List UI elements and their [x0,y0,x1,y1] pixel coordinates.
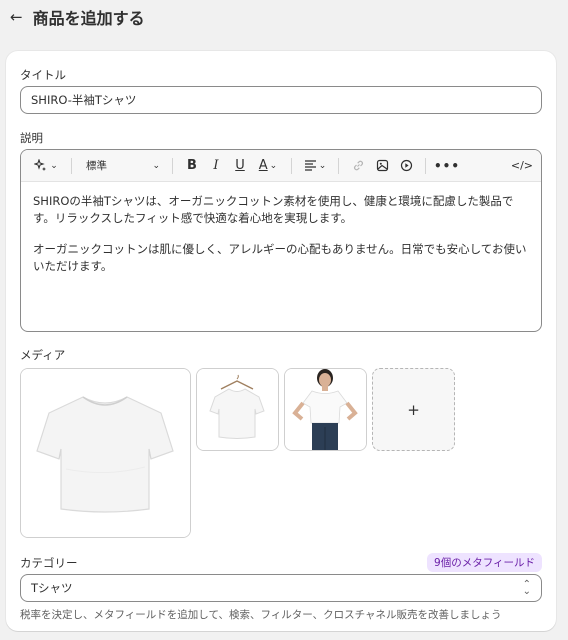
media-item-tshirt-hanger[interactable] [196,368,279,451]
metafields-badge[interactable]: 9個のメタフィールド [427,553,542,572]
more-icon[interactable]: ••• [434,154,460,178]
text-color-icon[interactable]: A ⌄ [253,154,283,178]
category-select[interactable]: Tシャツ ⌃ ⌄ [20,574,542,602]
category-value: Tシャツ [31,581,73,595]
page-header: ← 商品を追加する [10,4,145,30]
category-label: カテゴリー [20,555,78,570]
media-item-tshirt-flat[interactable] [20,368,191,538]
underline-icon[interactable]: U [229,154,251,178]
add-media-button[interactable]: + [372,368,455,451]
description-label: 説明 [20,131,43,145]
text-style-value: 標準 [86,160,107,172]
toolbar-divider [425,157,426,174]
magic-icon[interactable]: ⌄ [29,154,63,178]
editor-content[interactable]: SHIROの半袖Tシャツは、オーガニックコットン素材を使用し、健康と環境に配慮し… [21,182,541,286]
description-editor: ⌄ 標準 ⌄ B I U A ⌄ ⌄ ••• </> SHIROの半袖Tシャツは… [20,149,542,332]
bold-icon[interactable]: B [181,154,203,178]
toolbar-divider [71,157,72,174]
category-header: カテゴリー 9個のメタフィールド [20,553,542,572]
chevron-down-icon: ⌄ [152,160,160,171]
image-icon[interactable] [371,154,393,178]
align-icon[interactable]: ⌄ [300,154,330,178]
select-updown-icon: ⌃ ⌄ [522,579,531,597]
product-form-card: タイトル SHIRO-半袖Tシャツ 説明 ⌄ 標準 ⌄ B I U A⌄ ⌄ [6,51,556,631]
media-item-tshirt-model[interactable] [284,368,367,451]
video-icon[interactable] [395,154,417,178]
title-label: タイトル [20,68,66,82]
toolbar-divider [172,157,173,174]
description-paragraph: オーガニックコットンは肌に優しく、アレルギーの心配もありません。日常でも安心して… [33,242,527,273]
editor-toolbar: ⌄ 標準 ⌄ B I U A ⌄ ⌄ ••• </> [21,150,541,182]
chevron-down-icon: ⌄ [269,160,278,171]
description-paragraph: SHIROの半袖Tシャツは、オーガニックコットン素材を使用し、健康と環境に配慮し… [33,194,514,225]
title-input[interactable]: SHIRO-半袖Tシャツ [20,86,542,114]
code-icon[interactable]: </> [511,154,533,178]
toolbar-divider [291,157,292,174]
media-label: メディア [20,348,66,362]
italic-icon[interactable]: I [205,154,227,178]
chevron-down-icon: ⌄ [50,160,58,171]
link-icon[interactable] [347,154,369,178]
arrow-left-icon[interactable]: ← [10,9,23,25]
toolbar-divider [338,157,339,174]
text-style-select[interactable]: 標準 ⌄ [80,154,164,178]
page-title: 商品を追加する [32,9,145,28]
category-help-text: 税率を決定し、メタフィールドを追加して、検索、フィルター、クロスチャネル販売を改… [20,609,502,621]
chevron-down-icon: ⌄ [318,160,327,171]
